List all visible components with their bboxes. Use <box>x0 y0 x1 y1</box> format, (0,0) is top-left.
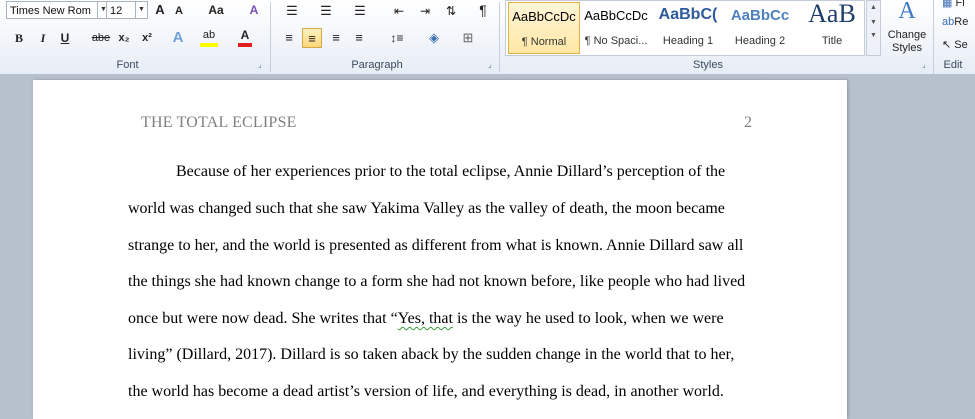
styles-gallery: AaBbCcDc ¶ Normal AaBbCcDc ¶ No Spaci...… <box>505 0 865 56</box>
separator <box>270 2 271 72</box>
replace-button[interactable]: abRe <box>942 16 968 28</box>
style-name: ¶ No Spaci... <box>584 35 648 47</box>
replace-label: Re <box>954 16 969 28</box>
subscript-button[interactable]: x₂ <box>116 28 132 48</box>
document-page[interactable]: THE TOTAL ECLIPSE 2 Because of her exper… <box>33 80 847 419</box>
change-styles-icon[interactable]: A <box>892 0 922 24</box>
font-size-input[interactable]: 12 <box>106 1 136 19</box>
font-size-dropdown[interactable]: ▼ <box>135 1 148 19</box>
text-run: once but were now dead. She writes that … <box>128 310 398 327</box>
separator <box>499 2 500 72</box>
body-line: world was changed such that she saw Yaki… <box>128 200 725 217</box>
change-styles-label: Change <box>887 29 927 41</box>
paragraph-group-label: Paragraph <box>351 59 403 71</box>
text-effects-button[interactable]: A <box>170 28 186 48</box>
style-no-spacing[interactable]: AaBbCcDc ¶ No Spaci... <box>580 2 652 54</box>
sort-icon[interactable]: ⇅ <box>442 1 460 21</box>
multilevel-list-icon[interactable]: ☰ <box>350 1 370 21</box>
grammar-flagged-text[interactable]: Yes, that <box>398 310 453 327</box>
more-styles-icon[interactable]: ▼ <box>867 32 880 39</box>
style-normal[interactable]: AaBbCcDc ¶ Normal <box>508 2 580 54</box>
bullets-icon[interactable]: ☰ <box>282 1 302 21</box>
styles-dialog-launcher-icon[interactable]: ⌟ <box>922 61 930 69</box>
font-group-label: Font <box>116 59 139 71</box>
style-name: Heading 1 <box>662 35 714 47</box>
decrease-indent-icon[interactable]: ⇤ <box>390 1 408 21</box>
select-icon: ↖ <box>942 39 952 51</box>
select-label: Se <box>954 39 968 51</box>
editing-group: ▦ Fi abRe ↖ Se Edit <box>933 0 975 74</box>
find-icon: ▦ <box>942 0 953 9</box>
style-heading-1[interactable]: AaBbC( Heading 1 <box>652 2 724 54</box>
ribbon: Times New Rom ▼ 12 ▼ A A Aa A B I U abe … <box>0 0 975 75</box>
shrink-font-button[interactable]: A <box>172 1 186 21</box>
chevron-up-icon[interactable]: ▲ <box>867 4 880 11</box>
style-preview: AaB <box>808 2 856 28</box>
italic-button[interactable]: I <box>36 28 50 48</box>
grow-font-button[interactable]: A <box>152 0 168 20</box>
select-button[interactable]: ↖ Se <box>942 38 968 51</box>
page-header-title: THE TOTAL ECLIPSE <box>141 114 297 131</box>
style-name: Title <box>821 35 843 47</box>
clear-formatting-icon[interactable]: A <box>246 0 262 20</box>
style-name: ¶ Normal <box>521 36 567 48</box>
align-center-icon[interactable]: ≡ <box>302 28 322 48</box>
justify-icon[interactable]: ≡ <box>350 28 368 48</box>
body-line: Because of her experiences prior to the … <box>176 163 726 180</box>
shading-icon[interactable]: ◈ <box>424 28 444 48</box>
style-heading-2[interactable]: AaBbCc Heading 2 <box>724 2 796 54</box>
body-line: strange to her, and the world is present… <box>128 237 744 254</box>
body-line: once but were now dead. She writes that … <box>128 310 724 328</box>
style-name: Heading 2 <box>734 35 786 47</box>
underline-button[interactable]: U <box>58 28 72 48</box>
style-preview: AaBbC( <box>658 6 718 23</box>
strikethrough-button[interactable]: abe <box>90 28 112 48</box>
align-left-icon[interactable]: ≡ <box>280 28 298 48</box>
change-styles-button[interactable]: Change Styles <box>884 29 930 55</box>
borders-icon[interactable]: ⊞ <box>458 28 478 48</box>
chevron-down-icon[interactable]: ▼ <box>867 19 880 26</box>
font-name-input[interactable]: Times New Rom <box>6 1 98 19</box>
editing-group-label: Edit <box>943 59 963 71</box>
style-preview: AaBbCcDc <box>584 8 648 23</box>
style-preview: AaBbCc <box>730 7 790 24</box>
line-spacing-icon[interactable]: ↕≡ <box>386 28 408 48</box>
change-case-button[interactable]: Aa <box>205 0 227 20</box>
style-preview: AaBbCcDc <box>512 9 576 24</box>
body-line: the world has become a dead artist’s ver… <box>128 383 724 400</box>
paragraph-dialog-launcher-icon[interactable]: ⌟ <box>488 61 496 69</box>
replace-icon: ab <box>942 16 955 28</box>
style-title[interactable]: AaB Title <box>796 2 868 54</box>
superscript-button[interactable]: x² <box>139 28 155 48</box>
align-right-icon[interactable]: ≡ <box>327 28 345 48</box>
find-label: Fi <box>955 0 965 9</box>
styles-group-label: Styles <box>693 59 723 71</box>
page-number: 2 <box>744 114 752 131</box>
text-run: is the way he used to look, when we were <box>452 310 724 327</box>
increase-indent-icon[interactable]: ⇥ <box>416 1 434 21</box>
font-color-button[interactable]: A <box>238 27 252 47</box>
find-button[interactable]: ▦ Fi <box>942 0 965 9</box>
numbering-icon[interactable]: ☰ <box>316 1 336 21</box>
font-dialog-launcher-icon[interactable]: ⌟ <box>258 61 266 69</box>
body-line: the things she had known change to a for… <box>128 273 746 290</box>
highlight-button[interactable]: ab <box>200 27 218 47</box>
change-styles-label: Styles <box>892 42 922 54</box>
styles-gallery-scroll[interactable]: ▲ ▼ ▼ <box>866 0 881 56</box>
bold-button[interactable]: B <box>12 28 26 48</box>
body-line: living” (Dillard, 2017). Dillard is so t… <box>128 346 735 363</box>
show-formatting-icon[interactable]: ¶ <box>474 0 492 20</box>
